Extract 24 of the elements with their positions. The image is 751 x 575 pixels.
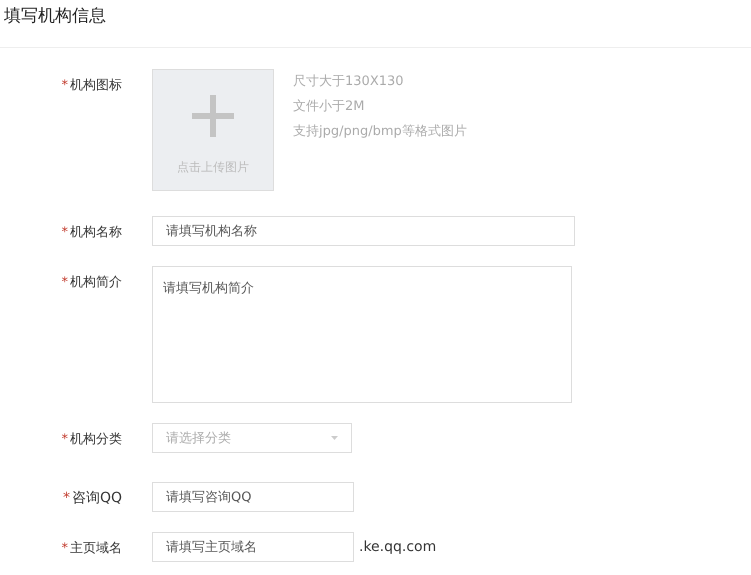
field-label: 主页域名 bbox=[70, 541, 122, 556]
plus-icon bbox=[192, 94, 234, 136]
field-label: 咨询QQ bbox=[72, 490, 122, 506]
qq-input[interactable]: 请填写咨询QQ bbox=[152, 482, 354, 512]
field-label: 机构图标 bbox=[70, 78, 122, 93]
name-input[interactable]: 请填写机构名称 bbox=[152, 216, 575, 246]
field-label: 机构分类 bbox=[70, 432, 122, 447]
domain-input[interactable]: 请填写主页域名 bbox=[152, 532, 354, 562]
intro-textarea[interactable]: 请填写机构简介 bbox=[152, 266, 572, 403]
page-title: 填写机构信息 bbox=[4, 5, 107, 27]
required-asterisk: * bbox=[62, 78, 68, 93]
required-asterisk: * bbox=[62, 275, 68, 290]
hint-text: 文件小于2M bbox=[293, 98, 366, 116]
field-label: 机构名称 bbox=[70, 225, 122, 240]
required-asterisk: * bbox=[62, 541, 68, 556]
required-asterisk: * bbox=[62, 432, 68, 447]
domain-suffix: .ke.qq.com bbox=[359, 538, 436, 555]
hint-text: 支持jpg/png/bmp等格式图片 bbox=[293, 123, 467, 141]
required-asterisk: * bbox=[62, 490, 70, 506]
category-select[interactable]: 请选择分类 bbox=[152, 423, 352, 453]
required-asterisk: * bbox=[62, 225, 68, 240]
caret-icon bbox=[331, 436, 338, 440]
field-label: 机构简介 bbox=[70, 275, 122, 290]
hint-text: 尺寸大于130X130 bbox=[293, 73, 405, 91]
